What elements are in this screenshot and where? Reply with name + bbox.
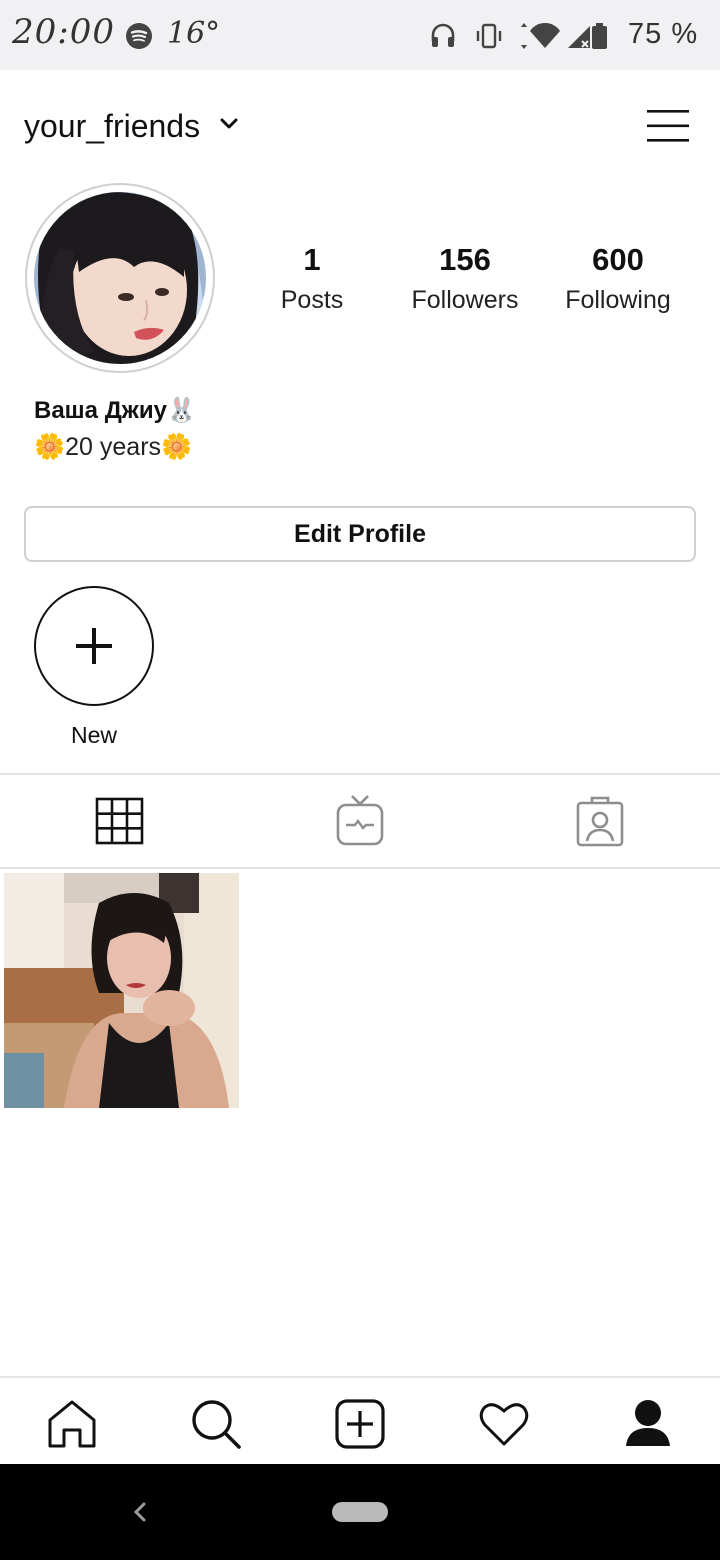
tagged-icon (576, 796, 624, 847)
system-navigation (0, 1464, 720, 1560)
profile-icon (626, 1400, 670, 1446)
tab-grid[interactable] (90, 790, 150, 854)
add-post-icon (335, 1399, 385, 1449)
back-icon[interactable] (128, 1496, 150, 1528)
bio: 🌼20 years🌼 (34, 433, 193, 461)
grid-icon (95, 797, 144, 845)
nav-profile[interactable] (620, 1396, 676, 1452)
stat-posts[interactable]: 1 Posts (242, 240, 382, 320)
plus-icon (76, 628, 112, 664)
headphones-icon (431, 23, 455, 47)
tab-igtv[interactable] (330, 790, 390, 854)
spotify-icon (126, 23, 152, 49)
posts-label: Posts (280, 286, 344, 314)
nav-activity[interactable] (476, 1396, 532, 1452)
username[interactable]: your_friends (24, 108, 200, 145)
search-icon (192, 1400, 241, 1449)
nav-home[interactable] (44, 1396, 100, 1452)
nav-search[interactable] (188, 1396, 244, 1452)
battery-icon (592, 23, 607, 49)
status-temperature: 16° (167, 16, 221, 51)
display-name: Ваша Джиу🐰 (34, 397, 197, 424)
igtv-icon (336, 795, 384, 846)
home-pill[interactable] (332, 1502, 388, 1522)
stat-followers[interactable]: 156 Followers (395, 240, 535, 320)
bottom-navigation (0, 1376, 720, 1464)
status-time: 20:00 (12, 12, 115, 52)
divider (0, 867, 720, 869)
stat-following[interactable]: 600 Following (548, 240, 688, 320)
menu-icon[interactable] (646, 108, 690, 144)
signal-icon (568, 26, 590, 48)
vibrate-icon (476, 23, 502, 49)
post-thumbnail[interactable] (4, 873, 239, 1108)
nav-add-post[interactable] (332, 1396, 388, 1452)
battery-percent: 75 % (628, 18, 699, 50)
heart-icon (479, 1403, 529, 1446)
home-icon (48, 1400, 96, 1448)
status-bar: 20:00 16° 75 % (0, 0, 720, 70)
wifi-icon (521, 22, 560, 49)
tab-tagged[interactable] (570, 790, 630, 854)
status-icons (431, 22, 607, 49)
new-highlight-label: New (70, 722, 117, 748)
followers-label: Followers (411, 286, 519, 314)
profile-header: your_friends (0, 70, 720, 180)
new-highlight-button[interactable] (34, 586, 154, 706)
chevron-down-icon[interactable] (219, 117, 239, 131)
posts-count: 1 (303, 242, 321, 277)
avatar[interactable] (34, 192, 206, 364)
edit-profile-button[interactable]: Edit Profile (24, 506, 696, 562)
divider (0, 773, 720, 775)
followers-count: 156 (439, 242, 491, 277)
following-count: 600 (592, 242, 644, 277)
following-label: Following (565, 286, 671, 314)
